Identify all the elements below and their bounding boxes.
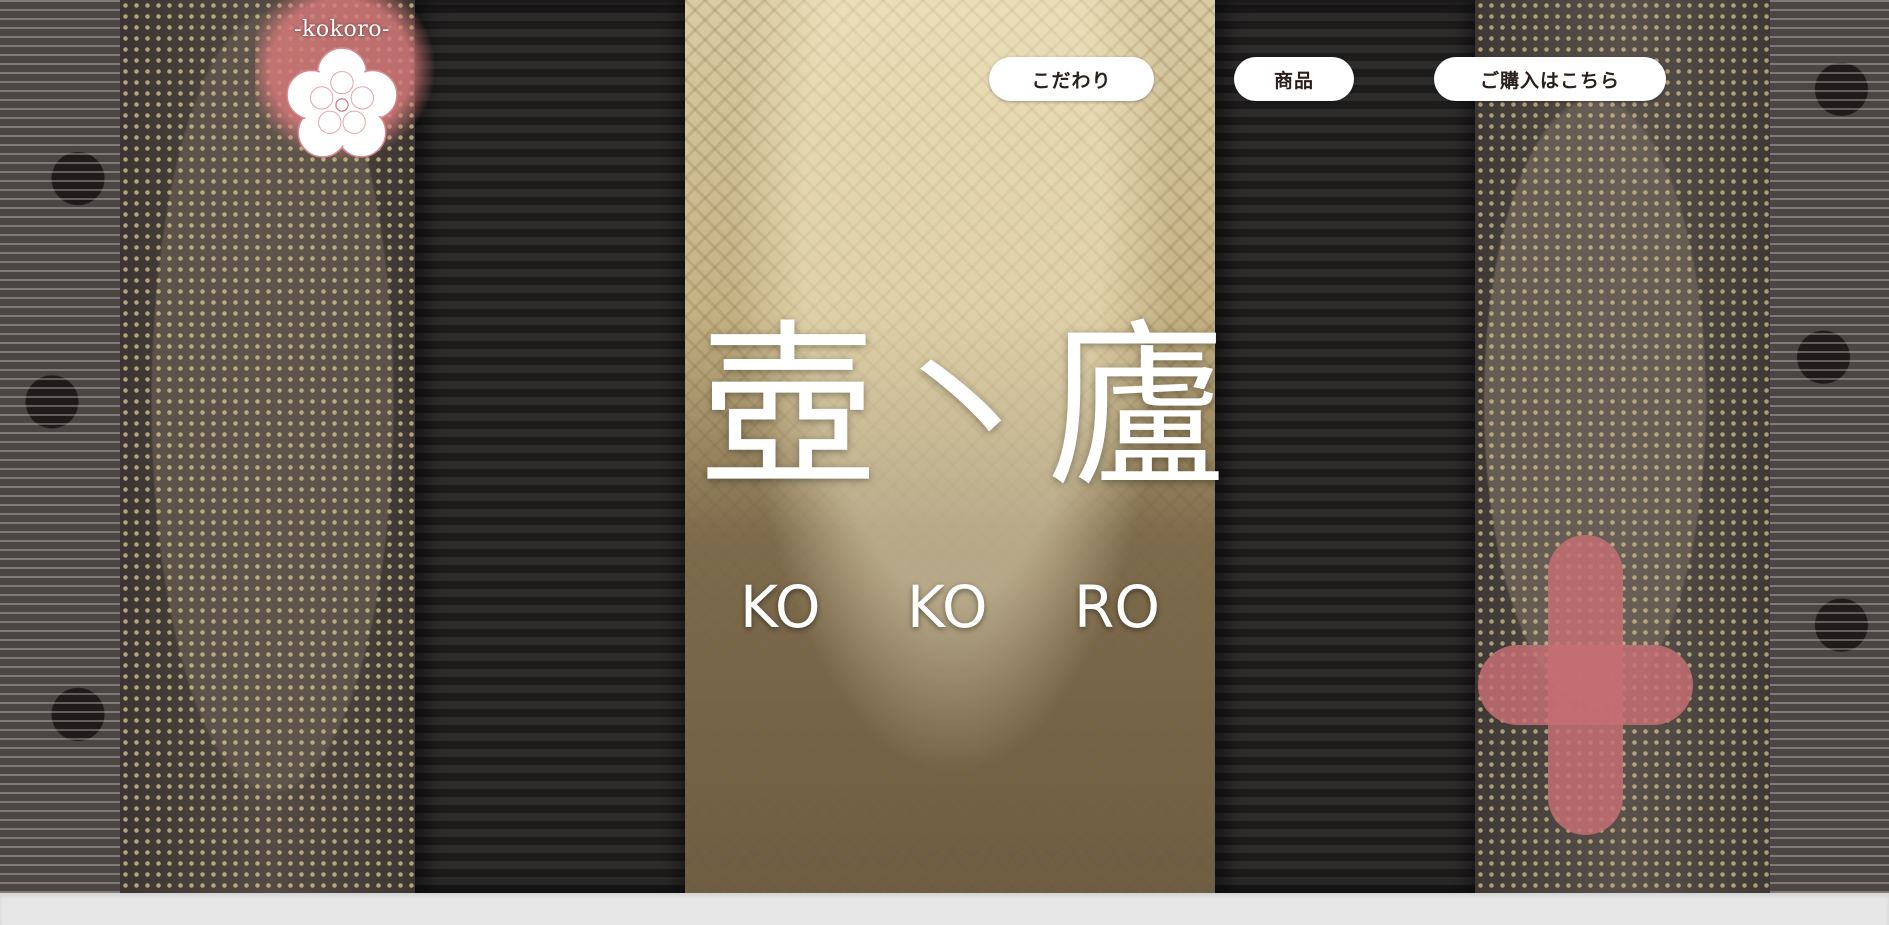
hero-subtitle: KO KO RO: [740, 572, 1160, 642]
fabric-pink-pattern: [1478, 535, 1693, 835]
nav-products-button[interactable]: 商品: [1234, 57, 1354, 101]
nav-purchase-button[interactable]: ご購入はこちら: [1434, 57, 1666, 101]
fabric-band: [1770, 0, 1889, 893]
hero-section: -kokoro- こだわり 商品 ご購入はこちら 壺丶廬 KO KO RO: [0, 0, 1889, 893]
fabric-band: [415, 0, 690, 893]
cherry-blossom-icon: [286, 47, 398, 158]
logo-text: -kokoro-: [294, 17, 390, 42]
hero-subtitle-part: RO: [1074, 573, 1160, 641]
hero-title: 壺丶廬: [699, 304, 1225, 511]
fabric-band: [0, 0, 130, 893]
hero-subtitle-part: KO: [907, 573, 988, 641]
hero-subtitle-part: KO: [740, 573, 821, 641]
site-logo[interactable]: -kokoro-: [272, 16, 412, 166]
nav-kodawari-button[interactable]: こだわり: [989, 57, 1154, 101]
page-footer-strip: [0, 893, 1889, 925]
